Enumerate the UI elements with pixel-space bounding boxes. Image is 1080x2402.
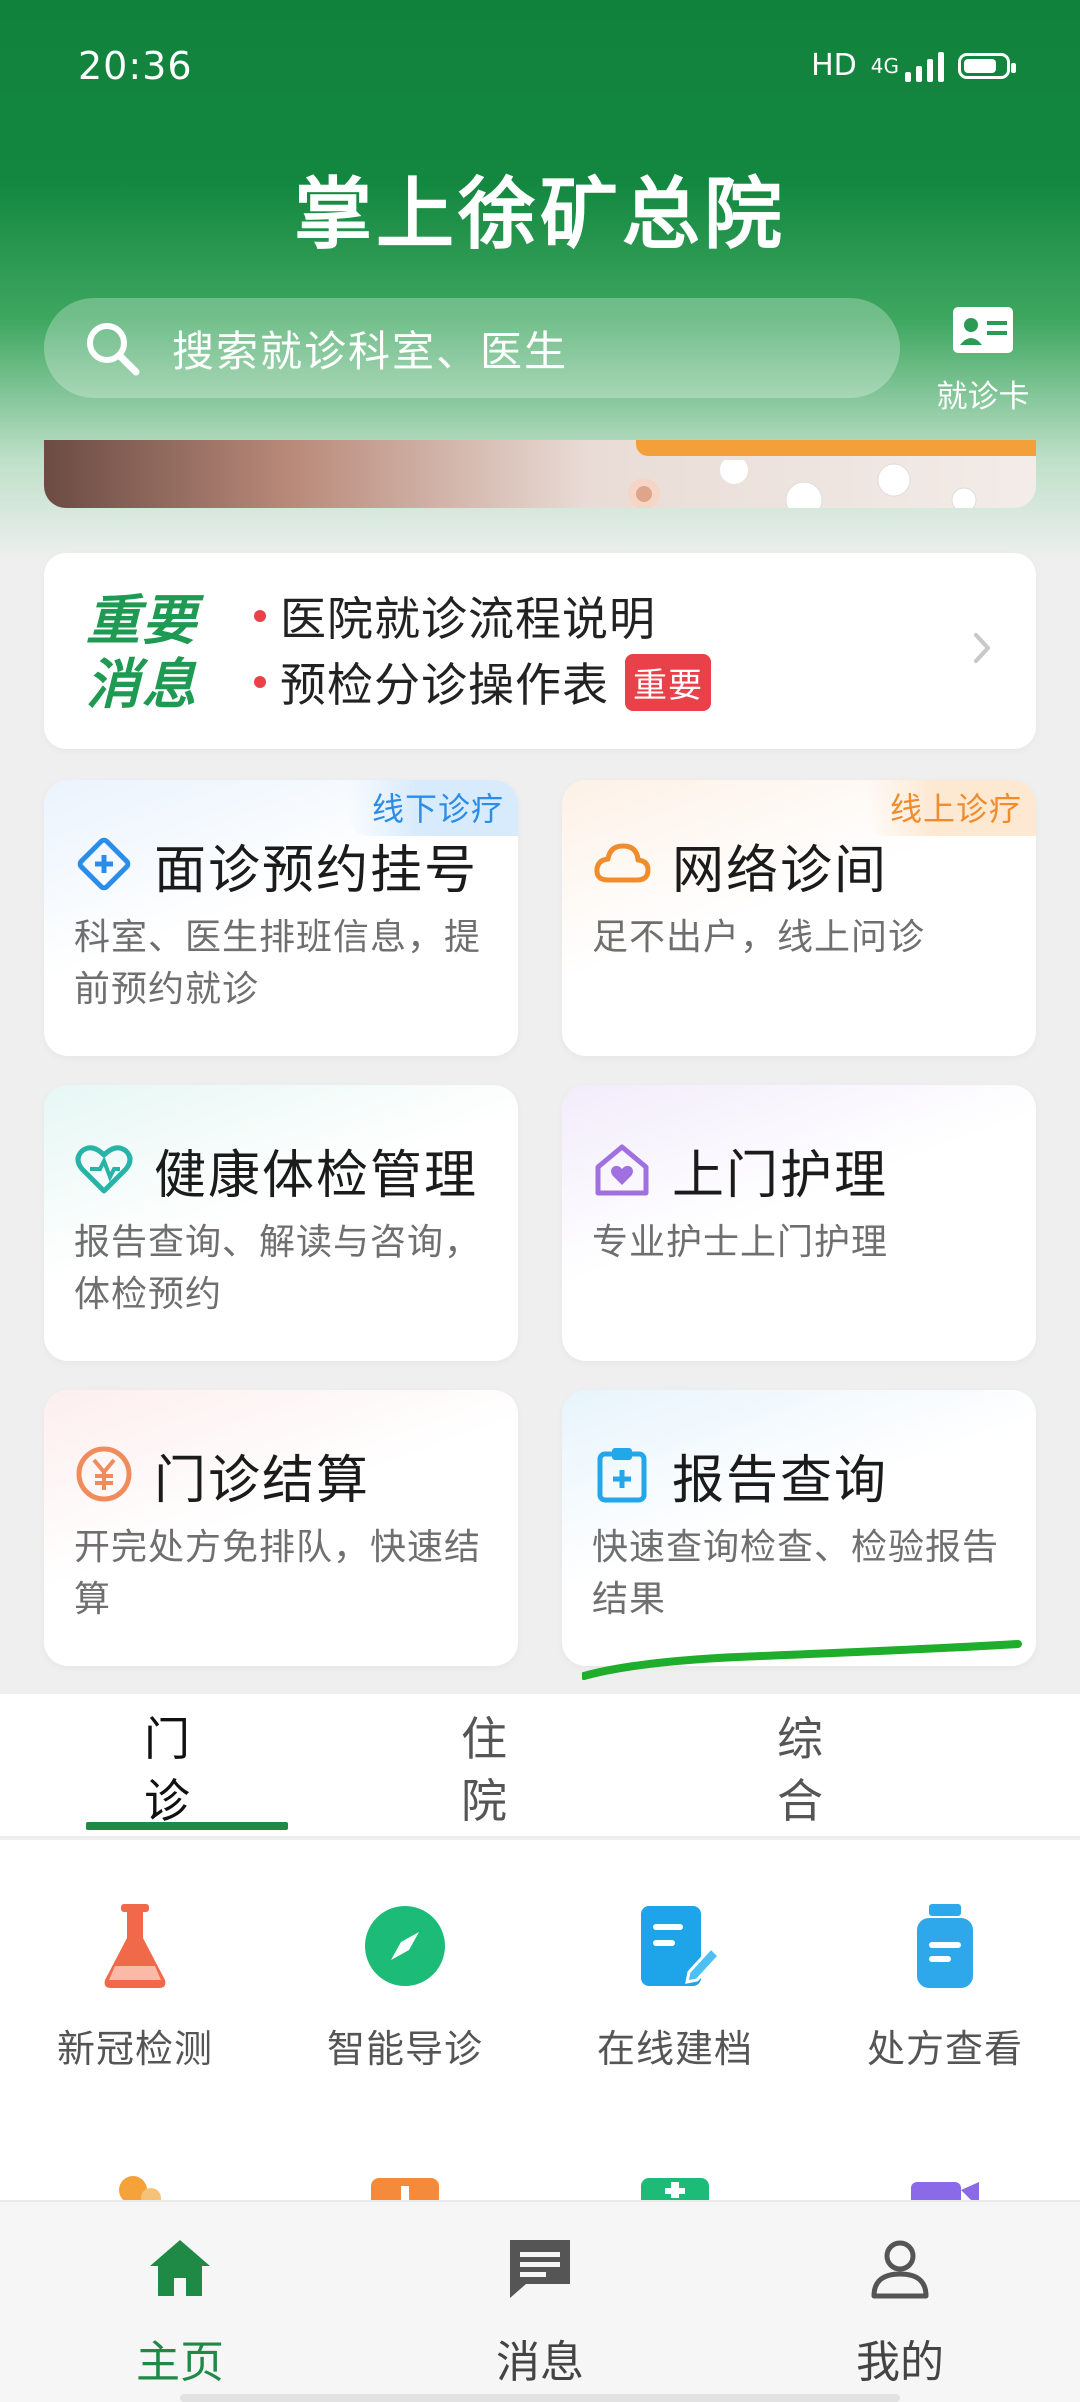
service-title: 健康体检管理 [154, 1146, 479, 1206]
green-annotation-stroke [582, 1640, 1022, 1680]
quick-actions-grid: 新冠检测 智能导诊 在线建档 处方查看 [0, 1840, 1080, 2200]
service-desc: 快速查询检查、检验报告结果 [592, 1527, 1000, 1620]
promo-banner[interactable] [44, 440, 1036, 508]
quick-action-label: 处方查看 [866, 2027, 1023, 2071]
nav-profile[interactable]: 我的 [800, 2232, 1000, 2390]
tab-outpatient[interactable]: 门诊 [137, 1708, 197, 1832]
service-outpatient-payment[interactable]: 门诊结算 开完处方免排队，快速结算 [44, 1390, 518, 1666]
quick-action-label: 智能导诊 [326, 2027, 483, 2071]
home-indicator [180, 2394, 900, 2402]
quick-action-label: 在线建档 [596, 2027, 753, 2071]
service-desc: 报告查询、解读与咨询，体检预约 [74, 1222, 482, 1315]
medical-card-button[interactable]: 就诊卡 [928, 305, 1038, 416]
banner-button-edge [636, 440, 1036, 456]
notice-tag: 重要 消息 [86, 589, 226, 717]
nav-home[interactable]: 主页 [80, 2232, 280, 2390]
tab-label: 门诊 [144, 1712, 190, 1828]
bullet-dot [254, 610, 266, 622]
service-title: 网络诊间 [672, 841, 889, 901]
bullet-dot [254, 676, 266, 688]
bottom-navigation: 主页 消息 我的 [0, 2200, 1080, 2402]
tab-general[interactable]: 综合 [770, 1708, 830, 1832]
category-tabs: 门诊 住院 综合 [0, 1694, 1080, 1838]
status-indicators: HD 4G [811, 48, 1016, 83]
hd-indicator: HD [811, 48, 857, 83]
status-bar: 20:36 HD 4G [0, 0, 1080, 108]
notice-tag-line2: 消息 [86, 653, 198, 716]
important-notice-card[interactable]: 重要 消息 医院就诊流程说明 预检分诊操作表 重要 [44, 553, 1036, 749]
notice-item-text: 医院就诊流程说明 [280, 592, 656, 646]
notice-item-text: 预检分诊操作表 [280, 658, 609, 712]
battery-icon [958, 52, 1016, 79]
nav-messages[interactable]: 消息 [440, 2232, 640, 2390]
service-title: 上门护理 [672, 1146, 889, 1206]
medical-card-label: 就诊卡 [936, 379, 1030, 415]
service-health-checkup[interactable]: 健康体检管理 报告查询、解读与咨询，体检预约 [44, 1085, 518, 1361]
plus-diamond-icon [77, 837, 131, 891]
quick-smart-triage[interactable]: 智能导诊 [270, 1900, 540, 2073]
search-icon [87, 323, 140, 376]
medical-kit-icon [371, 2178, 439, 2200]
heart-icon [75, 1145, 133, 1194]
tab-inpatient[interactable]: 住院 [454, 1708, 514, 1832]
network-label: 4G [870, 53, 899, 78]
search-placeholder: 搜索就诊科室、医生 [172, 326, 569, 376]
yen-circle-icon [76, 1446, 132, 1502]
active-tab-indicator [86, 1822, 288, 1830]
service-title: 面诊预约挂号 [154, 841, 479, 901]
service-tag: 线上诊疗 [865, 780, 1036, 836]
service-title: 门诊结算 [154, 1451, 371, 1511]
notice-list: 医院就诊流程说明 预检分诊操作表 重要 [254, 583, 711, 715]
notice-item[interactable]: 医院就诊流程说明 [254, 583, 711, 649]
quick-prescription[interactable]: 处方查看 [810, 1900, 1080, 2073]
important-badge: 重要 [625, 653, 711, 711]
chevron-right-icon [974, 633, 990, 663]
service-title: 报告查询 [672, 1451, 889, 1511]
service-desc: 足不出户，线上问诊 [592, 917, 926, 958]
quick-action-label: 新冠检测 [56, 2027, 213, 2071]
nav-label: 主页 [136, 2337, 224, 2388]
id-card-icon [953, 307, 1013, 353]
service-desc: 专业护士上门护理 [592, 1222, 889, 1263]
service-report-query[interactable]: 报告查询 快速查询检查、检验报告结果 [562, 1390, 1036, 1666]
users-icon [119, 2176, 161, 2200]
first-aid-icon [641, 2178, 709, 2200]
cloud-icon [594, 843, 651, 883]
service-desc: 开完处方免排队，快速结算 [74, 1527, 482, 1620]
compass-icon [365, 1906, 445, 1986]
tab-label: 住院 [461, 1712, 507, 1828]
profile-icon [871, 2240, 929, 2299]
video-consult-icon [911, 2182, 979, 2200]
tab-label: 综合 [777, 1712, 823, 1828]
message-icon [510, 2240, 570, 2298]
document-edit-icon [641, 1906, 722, 1986]
medicine-bottle-icon [917, 1904, 973, 1988]
search-bar[interactable]: 搜索就诊科室、医生 [44, 298, 900, 398]
banner-image [628, 460, 977, 508]
flask-icon [104, 1904, 166, 1988]
clipboard-icon [597, 1448, 647, 1503]
nav-label: 消息 [496, 2337, 584, 2388]
nav-label: 我的 [856, 2337, 944, 2388]
notice-tag-line1: 重要 [86, 589, 198, 652]
home-icon [150, 2240, 210, 2296]
service-desc: 科室、医生排班信息，提前预约就诊 [74, 917, 482, 1010]
notice-item[interactable]: 预检分诊操作表 重要 [254, 649, 711, 715]
quick-online-record[interactable]: 在线建档 [540, 1900, 810, 2073]
quick-covid-test[interactable]: 新冠检测 [0, 1900, 270, 2073]
service-online-consult[interactable]: 线上诊疗 网络诊间 足不出户，线上问诊 [562, 780, 1036, 1056]
app-title: 掌上徐矿总院 [293, 170, 786, 260]
service-appointment[interactable]: 线下诊疗 面诊预约挂号 科室、医生排班信息，提前预约就诊 [44, 780, 518, 1056]
signal-icon [905, 50, 944, 82]
status-time: 20:36 [78, 44, 193, 88]
service-home-nursing[interactable]: 上门护理 专业护士上门护理 [562, 1085, 1036, 1361]
house-heart-icon [595, 1144, 649, 1196]
